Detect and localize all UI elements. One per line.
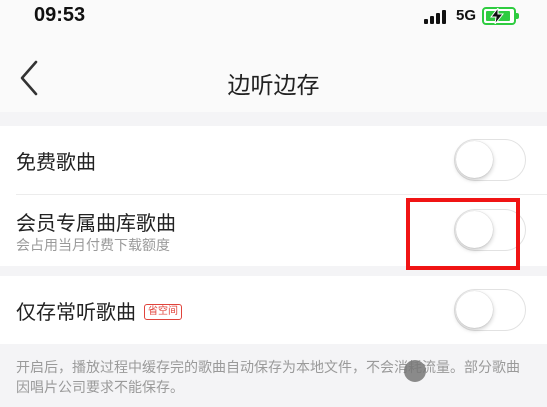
setting-label-vip-songs: 会员专属曲库歌曲: [16, 211, 176, 235]
nav-bar: 边听边存: [0, 36, 547, 112]
signal-icon: [424, 10, 450, 24]
network-label: 5G: [456, 7, 477, 24]
watermark-logo-icon: [404, 360, 426, 382]
highlight-annotation-box: [406, 198, 520, 270]
toggle-frequent-songs[interactable]: [454, 289, 526, 331]
setting-row-frequent-songs: 仅存常听歌曲 省空间: [0, 276, 547, 344]
setting-label-free-songs: 免费歌曲: [16, 150, 96, 174]
status-bar: 09:53 5G: [0, 0, 547, 36]
status-time: 09:53: [34, 4, 86, 26]
setting-label-frequent-songs-text: 仅存常听歌曲: [16, 300, 136, 324]
setting-subtitle-vip-songs: 会占用当月付费下载额度: [16, 238, 170, 254]
battery-icon: [482, 7, 519, 25]
watermark: [404, 358, 524, 398]
page-title: 边听边存: [227, 73, 320, 99]
settings-card: 仅存常听歌曲 省空间: [0, 276, 547, 344]
setting-label-frequent-songs: 仅存常听歌曲 省空间: [16, 296, 182, 325]
charging-bolt-icon: [490, 8, 504, 24]
save-space-badge: 省空间: [144, 303, 182, 320]
setting-row-free-songs: 免费歌曲: [0, 126, 547, 194]
toggle-free-songs[interactable]: [454, 139, 526, 181]
